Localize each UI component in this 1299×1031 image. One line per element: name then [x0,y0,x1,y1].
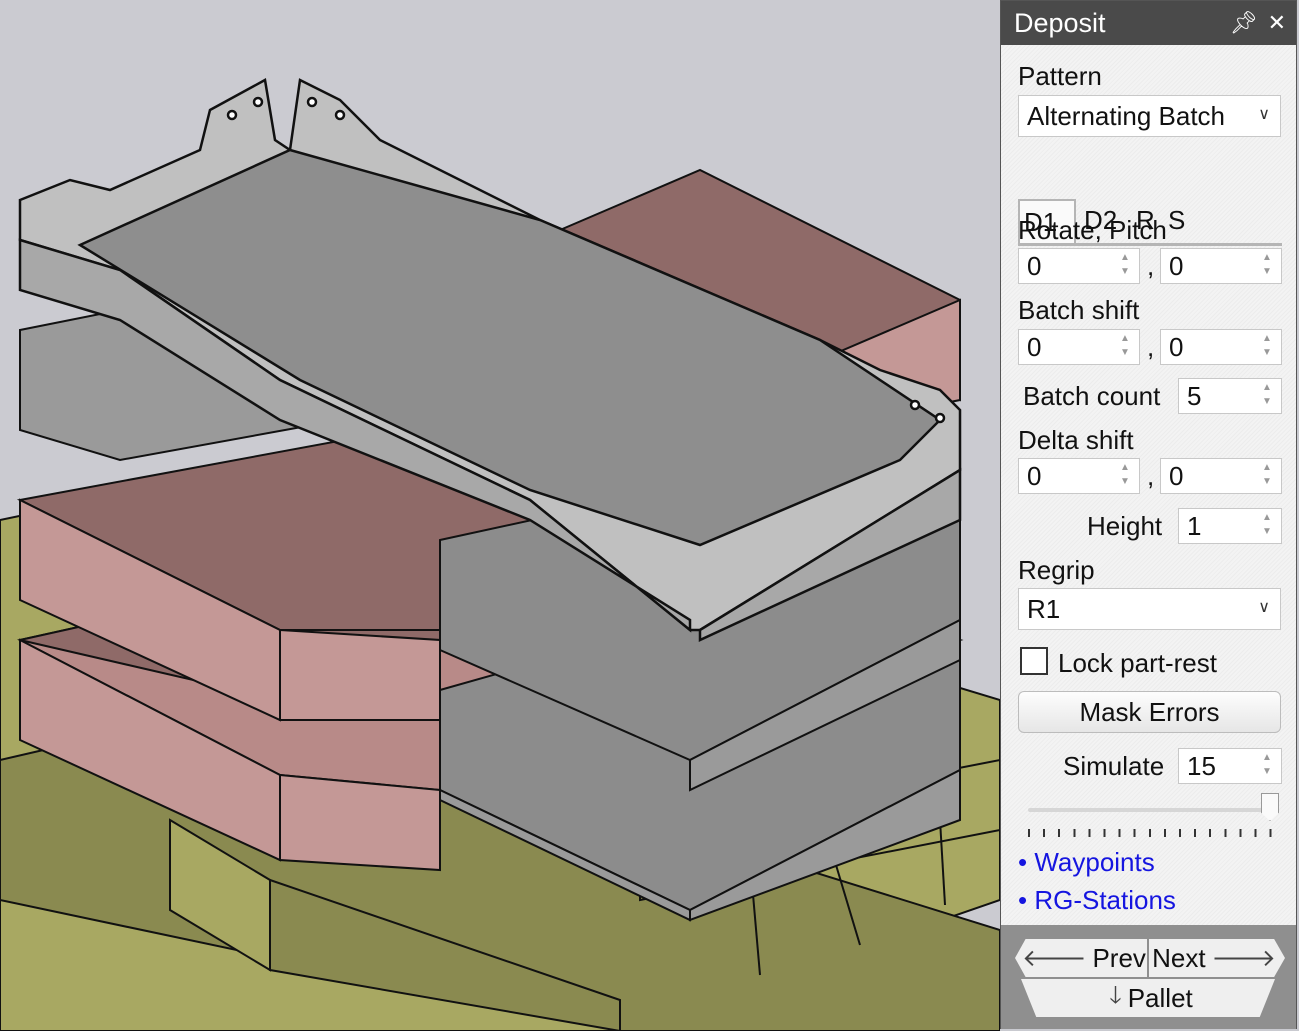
slider-thumb[interactable] [1261,793,1279,821]
pitch-value: 0 [1169,250,1184,281]
height-input[interactable]: 1 ▲ ▼ [1178,508,1282,544]
pallet-stack-scene [0,78,1000,1031]
tab-s[interactable]: S [1168,199,1185,241]
lock-part-rest-checkbox[interactable] [1020,647,1048,675]
spin-arrows-icon[interactable]: ▲ ▼ [1117,461,1133,491]
arrow-right-icon: 🡒︎ [1211,945,1276,972]
comma-separator: , [1147,251,1155,281]
height-label: Height [1087,511,1163,541]
height-value: 1 [1187,510,1202,541]
mask-errors-button[interactable]: Mask Errors [1018,691,1281,733]
batch-shift-x-value: 0 [1027,331,1042,362]
spin-arrows-icon[interactable]: ▲ ▼ [1259,332,1275,362]
delta-shift-y-value: 0 [1169,460,1184,491]
pallet-label: Pallet [1127,982,1193,1013]
delta-shift-y-input[interactable]: 0 ▲ ▼ [1160,458,1282,494]
simulate-value: 15 [1187,750,1216,781]
3d-viewport[interactable] [0,0,1000,1031]
spin-arrows-icon[interactable]: ▲ ▼ [1117,251,1133,281]
batch-count-input[interactable]: 5 ▲ ▼ [1178,378,1282,414]
chevron-down-icon: ∨ [1258,599,1270,616]
arrow-left-icon: 🡐︎ [1022,945,1087,972]
batch-shift-y-value: 0 [1169,331,1184,362]
prev-button[interactable]: 🡐︎ Prev [1015,939,1147,977]
spin-arrows-icon[interactable]: ▲ ▼ [1259,381,1275,411]
batch-shift-y-input[interactable]: 0 ▲ ▼ [1160,329,1282,365]
rotate-value: 0 [1027,250,1042,281]
rotate-input[interactable]: 0 ▲ ▼ [1018,248,1140,284]
waypoints-link[interactable]: • Waypoints [1018,847,1155,878]
simulate-label: Simulate [1063,751,1165,781]
simulate-input[interactable]: 15 ▲ ▼ [1178,748,1282,784]
pattern-value: Alternating Batch [1027,100,1226,131]
batch-shift-x-input[interactable]: 0 ▲ ▼ [1018,329,1140,365]
comma-separator: , [1147,461,1155,491]
waypoints-link-text: Waypoints [1034,847,1155,877]
lock-part-rest-label: Lock part-rest [1058,648,1217,678]
slider-ticks [1028,829,1274,837]
panel-title-bar: Deposit 📌︎ ✕ [1001,1,1296,45]
pitch-input[interactable]: 0 ▲ ▼ [1160,248,1282,284]
deposit-panel: Deposit 📌︎ ✕ Pattern Alternating Batch ∨… [1000,0,1297,1029]
batch-shift-label: Batch shift [1018,295,1140,325]
slider-track [1028,808,1274,812]
batch-count-label: Batch count [1023,381,1161,411]
batch-count-value: 5 [1187,380,1202,411]
prev-label: Prev [1092,942,1146,973]
comma-separator: , [1147,332,1155,362]
arrow-down-icon: 🡓︎ [1109,981,1122,1009]
chevron-down-icon: ∨ [1258,106,1270,123]
rotate-pitch-label: Rotate, Pitch [1018,215,1167,245]
panel-title: Deposit [1014,7,1106,38]
regrip-label: Regrip [1018,555,1095,585]
simulate-slider[interactable] [1028,793,1279,843]
rg-stations-link[interactable]: • RG-Stations [1018,885,1176,916]
rg-stations-link-text: RG-Stations [1034,885,1176,915]
navigation-footer: 🡐︎ Prev Next 🡒︎ 🡓︎ Pallet [1001,925,1296,1029]
spin-arrows-icon[interactable]: ▲ ▼ [1259,511,1275,541]
delta-shift-x-input[interactable]: 0 ▲ ▼ [1018,458,1140,494]
spin-arrows-icon[interactable]: ▲ ▼ [1259,251,1275,281]
pattern-label: Pattern [1018,61,1102,91]
pattern-dropdown[interactable]: Alternating Batch ∨ [1018,95,1281,137]
delta-shift-label: Delta shift [1018,425,1134,455]
spin-arrows-icon[interactable]: ▲ ▼ [1259,461,1275,491]
pin-icon[interactable]: 📌︎ [1230,10,1258,36]
delta-shift-x-value: 0 [1027,460,1042,491]
regrip-dropdown[interactable]: R1 ∨ [1018,588,1281,630]
panel-body: Pattern Alternating Batch ∨ D1 D2 R S Ro… [1001,45,1296,925]
close-icon[interactable]: ✕ [1268,10,1286,36]
next-label: Next [1152,942,1206,973]
pallet-button[interactable]: 🡓︎ Pallet [1021,979,1275,1017]
next-button[interactable]: Next 🡒︎ [1149,939,1285,977]
regrip-value: R1 [1027,593,1061,624]
spin-arrows-icon[interactable]: ▲ ▼ [1117,332,1133,362]
spin-arrows-icon[interactable]: ▲ ▼ [1259,751,1275,781]
